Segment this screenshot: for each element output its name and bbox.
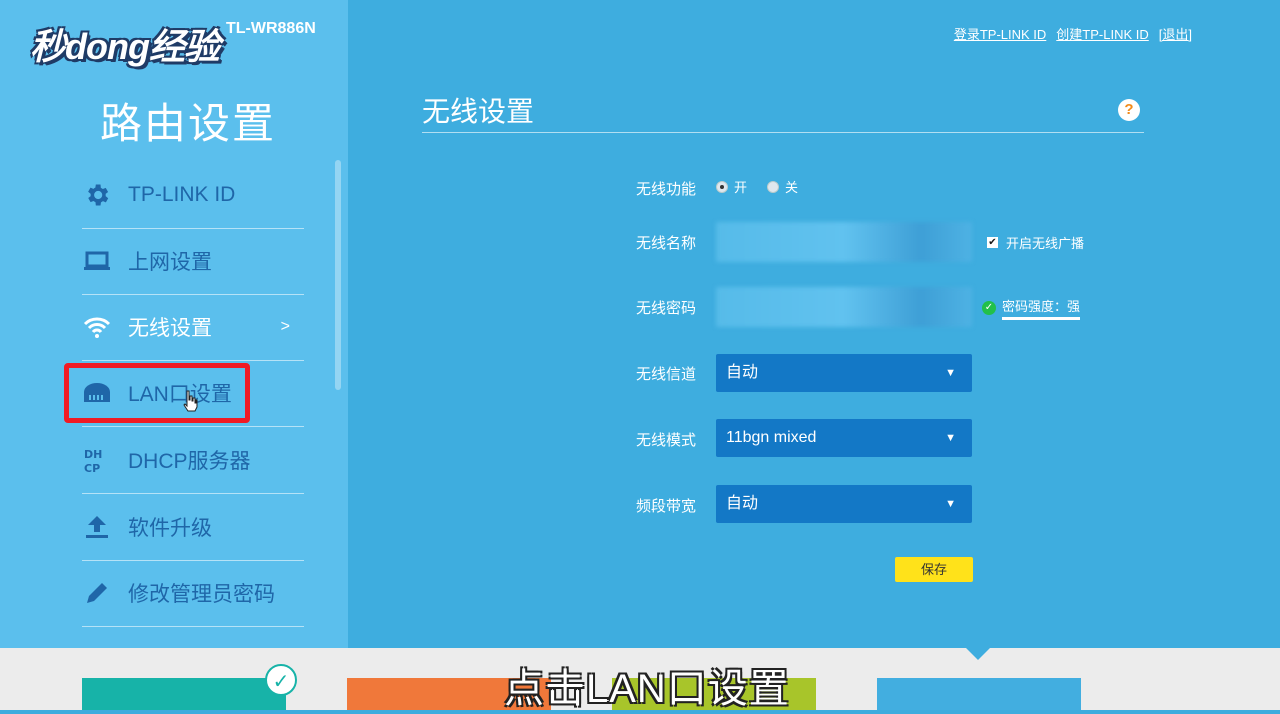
bandwidth-label: 频段带宽 [636,498,697,515]
dhcp-icon: DH CP [82,445,112,475]
password-label: 无线密码 [636,300,697,317]
pencil-icon [82,578,112,608]
mode-label: 无线模式 [636,432,697,449]
chevron-right-icon: > [280,318,290,335]
dropdown-arrow-icon: ▼ [945,498,956,510]
bottom-tile-4[interactable] [877,678,1081,710]
sidebar-item-wireless[interactable]: 无线设置 > [82,294,304,361]
sidebar-item-label: 无线设置 [128,317,212,340]
watermark-logo: 秒dong经验 [30,26,220,67]
wifi-icon [82,312,112,342]
sidebar-scrollbar[interactable] [335,160,341,390]
sidebar-item-label: 修改管理员密码 [128,583,275,606]
sidebar-item-tplink-id[interactable]: TP-LINK ID [82,162,304,229]
sidebar-item-label: TP-LINK ID [128,183,236,206]
wireless-func-radio-group: 开 关 [716,177,798,196]
broadcast-checkbox-row: ✔ 开启无线广播 [987,233,1084,252]
dropdown-arrow-icon: ▼ [945,367,956,379]
password-input[interactable] [716,287,972,327]
sidebar-item-label: 上网设置 [128,251,212,274]
create-id-link[interactable]: 创建TP-LINK ID [1056,24,1148,43]
channel-select[interactable]: 自动 ▼ [716,354,972,392]
top-links: 登录TP-LINK ID 创建TP-LINK ID [退出] [954,24,1192,43]
laptop-icon [82,246,112,276]
channel-value: 自动 [726,364,759,381]
wireless-func-label: 无线功能 [636,181,697,198]
sidebar-item-upgrade[interactable]: 软件升级 [82,494,304,561]
ssid-label: 无线名称 [636,235,697,252]
svg-text:CP: CP [84,462,100,474]
video-subtitle: 点击LAN口设置 [504,667,790,711]
dropdown-arrow-icon: ▼ [945,432,956,444]
pointer-notch [966,648,990,660]
save-button[interactable]: 保存 [895,557,973,582]
sidebar-item-internet[interactable]: 上网设置 [82,228,304,295]
svg-text:DH: DH [84,448,102,461]
check-circle-icon: ✓ [982,301,996,315]
gear-icon [82,180,112,210]
broadcast-label: 开启无线广播 [1006,236,1085,251]
channel-label: 无线信道 [636,366,697,383]
title-divider [422,132,1144,133]
broadcast-checkbox[interactable]: ✔ [987,237,998,248]
mode-select[interactable]: 11bgn mixed ▼ [716,419,972,457]
sidebar-item-dhcp[interactable]: DH CP DHCP服务器 [82,427,304,494]
password-strength: ✓ 密码强度：强 [982,296,1081,320]
sidebar-item-label: DHCP服务器 [128,450,251,473]
sidebar-title: 路由设置 [100,100,277,147]
upload-icon [82,512,112,542]
radio-on-label: 开 [734,180,748,195]
sidebar-item-label: 软件升级 [128,517,212,540]
model-name: TL-WR886N [226,20,316,37]
highlight-box [64,363,250,423]
login-link[interactable]: 登录TP-LINK ID [954,24,1046,43]
bandwidth-select[interactable]: 自动 ▼ [716,485,972,523]
strength-text: 密码强度：强 [1002,296,1081,320]
radio-off[interactable] [767,180,780,193]
radio-off-label: 关 [785,180,799,195]
radio-on[interactable] [716,180,728,193]
bottom-tile-1[interactable] [82,678,286,710]
mode-value: 11bgn mixed [726,429,817,446]
bandwidth-value: 自动 [726,495,759,512]
ssid-input[interactable] [716,222,972,262]
logout-link[interactable]: [退出] [1159,24,1192,43]
help-icon[interactable]: ? [1118,99,1140,121]
check-badge-icon: ✓ [265,664,297,696]
sidebar-item-password[interactable]: 修改管理员密码 [82,560,304,627]
page-title: 无线设置 [422,96,535,127]
